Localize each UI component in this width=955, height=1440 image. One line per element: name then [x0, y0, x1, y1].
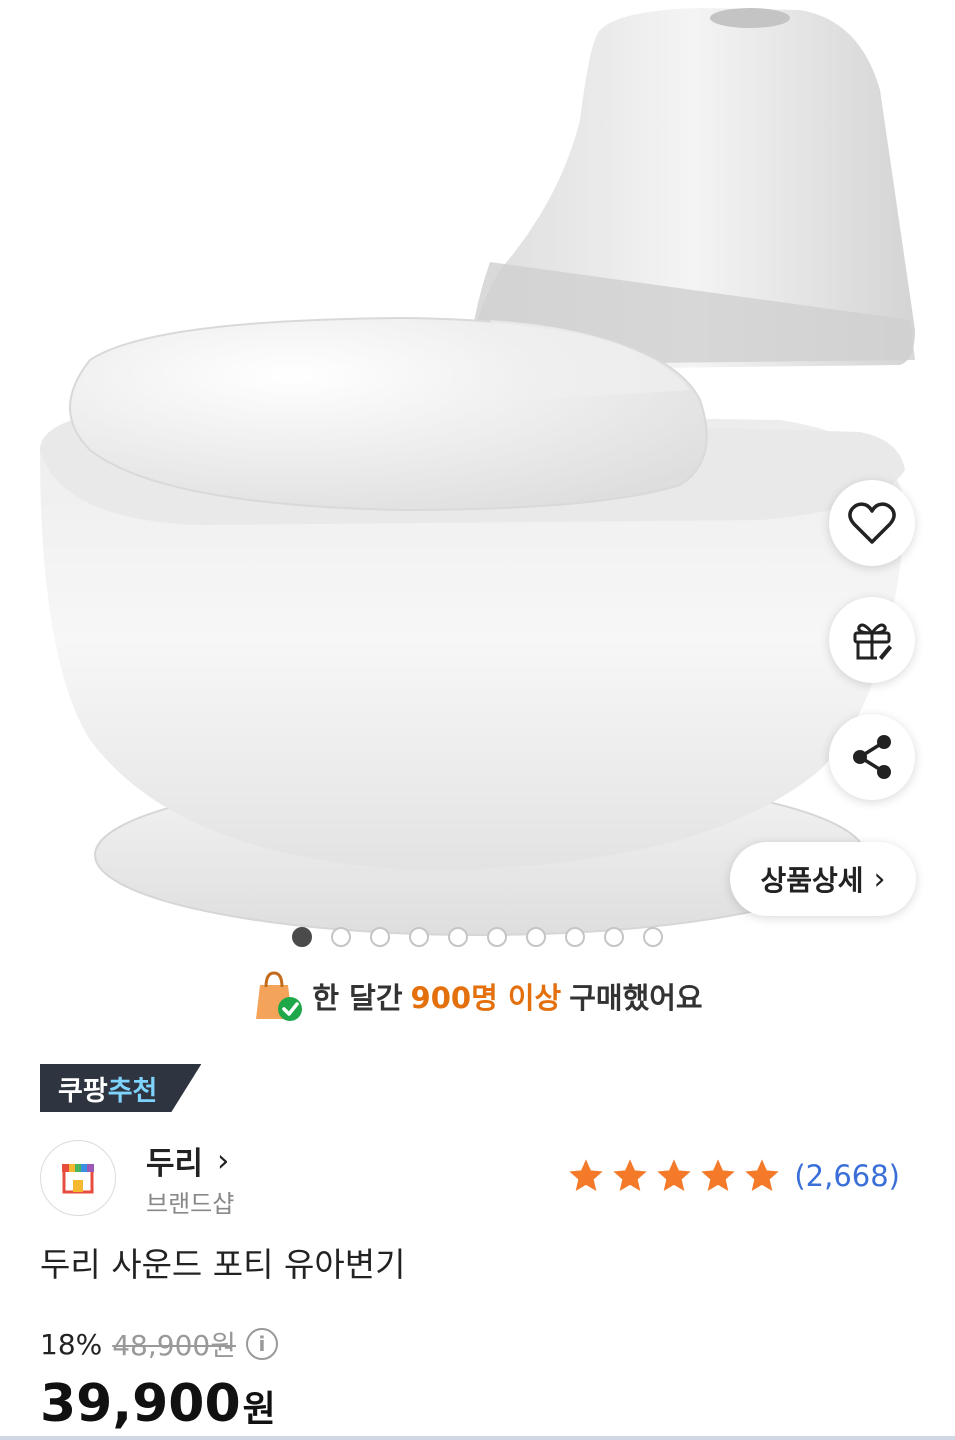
gallery-dot[interactable]: [331, 927, 351, 947]
wishlist-button[interactable]: [829, 480, 915, 566]
product-rating[interactable]: (2,668): [566, 1156, 900, 1196]
star-icon: [613, 1159, 648, 1191]
brand-logo[interactable]: [40, 1140, 116, 1216]
brand-link[interactable]: 두리 ›: [146, 1138, 229, 1183]
product-detail-label: 상품상세: [760, 864, 864, 897]
shopping-bag-check-icon: [256, 971, 303, 1021]
product-image: [40, 8, 915, 936]
gallery-dot[interactable]: [604, 927, 624, 947]
gallery-indicator: [292, 927, 663, 947]
gallery-dot[interactable]: [565, 927, 585, 947]
star-icon: [745, 1159, 780, 1191]
brand-shop-label: 브랜드샵: [146, 1190, 235, 1218]
discount-row: 18% 48,900원 i: [40, 1324, 278, 1364]
gift-icon: [853, 623, 892, 660]
coupang-recommend-badge: 쿠팡 추천: [40, 1064, 201, 1112]
discount-rate: 18%: [40, 1327, 103, 1361]
review-count[interactable]: (2,668): [794, 1159, 900, 1193]
purchase-suffix: 구매했어요: [569, 981, 703, 1015]
gallery-dot[interactable]: [487, 927, 507, 947]
badge-label: 추천: [107, 1075, 158, 1107]
gallery-dot[interactable]: [643, 927, 663, 947]
info-icon[interactable]: i: [245, 1328, 278, 1360]
product-hero[interactable]: 상품상세 ›: [0, 0, 955, 960]
star-icon: [569, 1159, 604, 1191]
original-price: 48,900원: [112, 1329, 236, 1362]
star-icon: [701, 1159, 736, 1191]
brand-name: 두리: [146, 1146, 204, 1182]
chevron-right-icon: ›: [217, 1142, 230, 1179]
gallery-dot[interactable]: [370, 927, 390, 947]
gallery-dot[interactable]: [409, 927, 429, 947]
purchase-highlight: 900명 이상: [410, 981, 562, 1015]
gallery-dot[interactable]: [526, 927, 546, 947]
gift-button[interactable]: [829, 597, 915, 683]
purchase-prefix: 한 달간: [312, 981, 403, 1015]
sale-price: 39,900 원: [40, 1374, 276, 1434]
heart-icon: [848, 502, 896, 544]
price-value: 39,900: [40, 1374, 241, 1434]
share-icon: [853, 735, 891, 779]
gallery-dot[interactable]: [292, 927, 312, 947]
purchase-count-banner: 한 달간 900명 이상 구매했어요: [0, 965, 955, 1027]
divider: [0, 1436, 955, 1440]
storefront-icon: [62, 1164, 94, 1194]
chevron-right-icon: ›: [873, 861, 886, 897]
badge-brand: 쿠팡: [58, 1075, 108, 1107]
product-title: 두리 사운드 포티 유아변기: [40, 1245, 406, 1284]
price-unit: 원: [242, 1389, 276, 1430]
product-detail-button[interactable]: 상품상세 ›: [730, 842, 916, 916]
star-icon: [657, 1159, 692, 1191]
gallery-dot[interactable]: [448, 927, 468, 947]
share-button[interactable]: [829, 714, 915, 800]
